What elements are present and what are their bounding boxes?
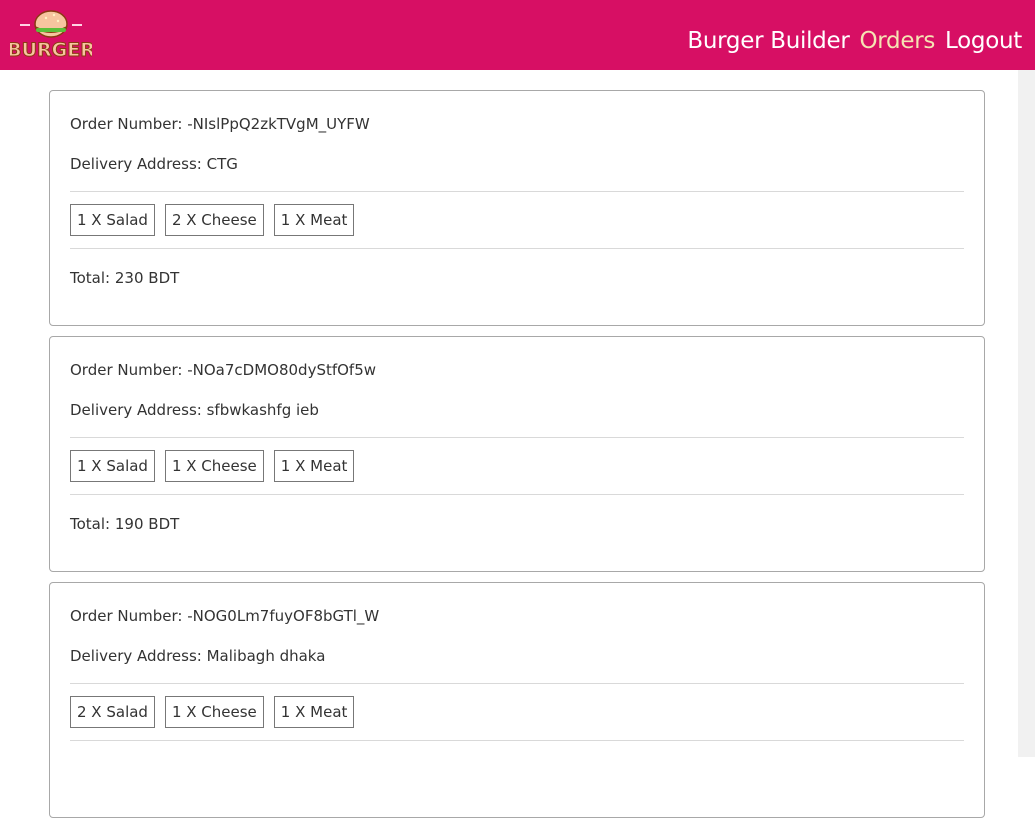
order-number-value: -NOG0Lm7fuyOF8bGTl_W	[187, 607, 380, 625]
order-total-label: Total:	[70, 269, 111, 287]
ingredient-badge-salad: 1 X Salad	[70, 450, 155, 482]
nav-links: Burger Builder Orders Logout	[687, 28, 1022, 54]
svg-text:BURGER: BURGER	[10, 39, 92, 61]
nav-burger-builder-link[interactable]: Burger Builder	[687, 28, 849, 54]
delivery-address-label: Delivery Address:	[70, 155, 202, 173]
ingredient-badge-cheese: 1 X Cheese	[164, 450, 264, 482]
ingredient-badge-cheese: 1 X Cheese	[164, 696, 264, 728]
order-number-label: Order Number:	[70, 361, 183, 379]
burger-logo[interactable]: BURGER	[7, 4, 96, 64]
delivery-address-value: Malibagh dhaka	[206, 647, 326, 665]
ingredient-badge-meat: 1 X Meat	[273, 204, 355, 236]
page-scrollbar[interactable]	[1018, 70, 1035, 757]
order-number: Order Number: -NIslPpQ2zkTVgM_UYFW	[70, 115, 370, 133]
divider	[70, 248, 964, 249]
delivery-address-value: sfbwkashfg ieb	[206, 401, 319, 419]
order-total-label: Total:	[70, 515, 111, 533]
burger-logo-icon: BURGER	[7, 10, 96, 62]
ingredient-badge-salad: 1 X Salad	[70, 204, 155, 236]
ingredient-badge-cheese: 2 X Cheese	[164, 204, 264, 236]
order-number: Order Number: -NOa7cDMO80dyStfOf5w	[70, 361, 376, 379]
order-number-label: Order Number:	[70, 115, 183, 133]
order-card: Order Number: -NOa7cDMO80dyStfOf5w Deliv…	[49, 336, 985, 572]
ingredient-list: 1 X Salad 2 X Cheese 1 X Meat	[70, 204, 355, 236]
nav-orders-link[interactable]: Orders	[860, 28, 936, 54]
order-total-value: 230 BDT	[114, 269, 180, 287]
order-number-value: -NOa7cDMO80dyStfOf5w	[187, 361, 377, 379]
divider	[70, 191, 964, 192]
ingredient-list: 1 X Salad 1 X Cheese 1 X Meat	[70, 450, 355, 482]
nav-logout-link[interactable]: Logout	[945, 28, 1022, 54]
order-total: Total: 230 BDT	[70, 269, 179, 287]
order-number-label: Order Number:	[70, 607, 183, 625]
orders-list: Order Number: -NIslPpQ2zkTVgM_UYFW Deliv…	[49, 90, 985, 828]
order-total: Total: 190 BDT	[70, 515, 179, 533]
ingredient-badge-salad: 2 X Salad	[70, 696, 155, 728]
divider	[70, 494, 964, 495]
divider	[70, 683, 964, 684]
divider	[70, 437, 964, 438]
top-navbar: BURGER Burger Builder Orders Logout	[0, 0, 1035, 70]
order-number-value: -NIslPpQ2zkTVgM_UYFW	[187, 115, 370, 133]
order-number: Order Number: -NOG0Lm7fuyOF8bGTl_W	[70, 607, 379, 625]
delivery-address-label: Delivery Address:	[70, 401, 202, 419]
delivery-address: Delivery Address: sfbwkashfg ieb	[70, 401, 319, 419]
ingredient-badge-meat: 1 X Meat	[273, 450, 355, 482]
ingredient-badge-meat: 1 X Meat	[273, 696, 355, 728]
delivery-address: Delivery Address: CTG	[70, 155, 238, 173]
delivery-address-label: Delivery Address:	[70, 647, 202, 665]
order-total-value: 190 BDT	[114, 515, 180, 533]
divider	[70, 740, 964, 741]
delivery-address-value: CTG	[206, 155, 238, 173]
ingredient-list: 2 X Salad 1 X Cheese 1 X Meat	[70, 696, 355, 728]
order-card: Order Number: -NIslPpQ2zkTVgM_UYFW Deliv…	[49, 90, 985, 326]
order-card: Order Number: -NOG0Lm7fuyOF8bGTl_W Deliv…	[49, 582, 985, 818]
delivery-address: Delivery Address: Malibagh dhaka	[70, 647, 325, 665]
